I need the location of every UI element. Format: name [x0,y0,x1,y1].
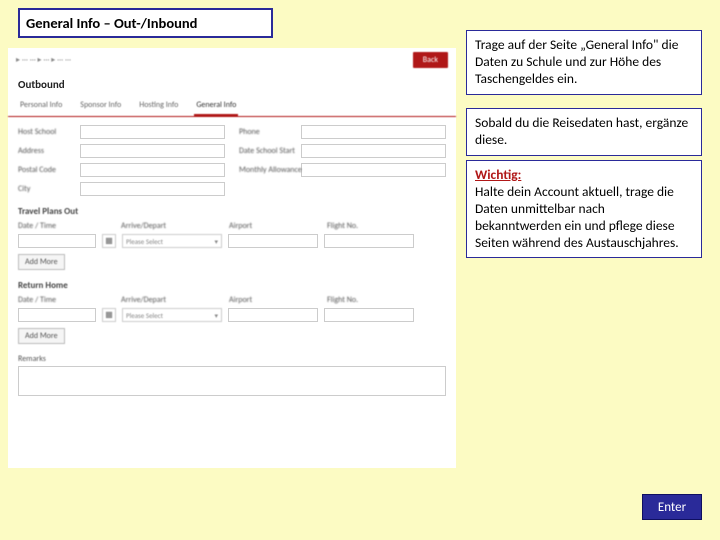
label-phone: Phone [239,127,297,137]
remarks-textarea[interactable] [18,366,446,396]
phone-input[interactable] [301,125,446,139]
tab-sponsor-info[interactable]: Sponsor Info [78,97,123,116]
col-airport: Airport [229,221,319,231]
table-header-return: Date / Time Arrive/Depart Airport Flight… [18,295,446,305]
tab-personal-info[interactable]: Personal Info [18,97,64,116]
host-school-input[interactable] [80,125,225,139]
address-input[interactable] [80,144,225,158]
title-box: General Info – Out-/Inbound [18,8,273,38]
calendar-icon[interactable]: ▦ [102,234,116,248]
monthly-allowance-input[interactable] [301,163,446,177]
section-return-home: Return Home [18,280,446,291]
add-more-button[interactable]: Add More [18,328,65,344]
chevron-down-icon: ▾ [214,311,218,320]
info-box-2: Sobald du die Reisedaten hast, ergänze d… [466,108,702,156]
postal-code-input[interactable] [80,163,225,177]
label-postal-code: Postal Code [18,165,76,175]
label-host-school: Host School [18,127,76,137]
back-button[interactable]: Back [413,52,448,68]
outbound-heading: Outbound [8,72,456,97]
wichtig-label: Wichtig: [475,166,521,183]
date-input[interactable] [18,234,96,248]
date-school-start-input[interactable] [301,144,446,158]
chevron-down-icon: ▾ [214,237,218,246]
label-city: City [18,184,76,194]
city-input[interactable] [80,182,225,196]
add-more-button[interactable]: Add More [18,254,65,270]
arrive-depart-select[interactable]: Please Select▾ [122,234,222,248]
label-date-school-start: Date School Start [239,146,297,156]
label-monthly-allowance: Monthly Allowance [239,165,297,175]
label-remarks: Remarks [18,354,446,364]
calendar-icon[interactable]: ▦ [102,308,116,322]
info-text-1: Trage auf der Seite „General Info" die D… [475,36,678,87]
col-date-time: Date / Time [18,221,113,231]
col-flight-no: Flight No. [327,295,417,305]
info-text-3: Halte dein Account aktuell, trage die Da… [475,183,679,251]
col-date-time: Date / Time [18,295,113,305]
breadcrumb: ▸ ··· ··· ▸ ··· ▸ ··· ··· [16,55,71,65]
enter-label: Enter [658,500,686,515]
tab-general-info[interactable]: General Info [194,97,238,116]
screenshot-panel: ▸ ··· ··· ▸ ··· ▸ ··· ··· Back Outbound … [8,48,456,468]
info-text-2: Sobald du die Reisedaten hast, ergänze d… [475,114,688,148]
airport-input[interactable] [228,234,318,248]
table-header-out: Date / Time Arrive/Depart Airport Flight… [18,221,446,231]
label-address: Address [18,146,76,156]
info-box-1: Trage auf der Seite „General Info" die D… [466,30,702,95]
flight-no-input[interactable] [324,308,414,322]
col-flight-no: Flight No. [327,221,417,231]
info-box-3: Wichtig: Halte dein Account aktuell, tra… [466,160,702,258]
enter-button[interactable]: Enter [642,494,702,520]
flight-no-input[interactable] [324,234,414,248]
section-travel-out: Travel Plans Out [18,206,446,217]
arrive-depart-select[interactable]: Please Select▾ [122,308,222,322]
col-arrive-depart: Arrive/Depart [121,295,221,305]
col-airport: Airport [229,295,319,305]
table-row: ▦ Please Select▾ [18,234,446,248]
tab-hosting-info[interactable]: Hosting Info [137,97,180,116]
tab-bar: Personal Info Sponsor Info Hosting Info … [8,97,456,117]
airport-input[interactable] [228,308,318,322]
title-text: General Info – Out-/Inbound [26,14,197,32]
date-input[interactable] [18,308,96,322]
col-arrive-depart: Arrive/Depart [121,221,221,231]
table-row: ▦ Please Select▾ [18,308,446,322]
